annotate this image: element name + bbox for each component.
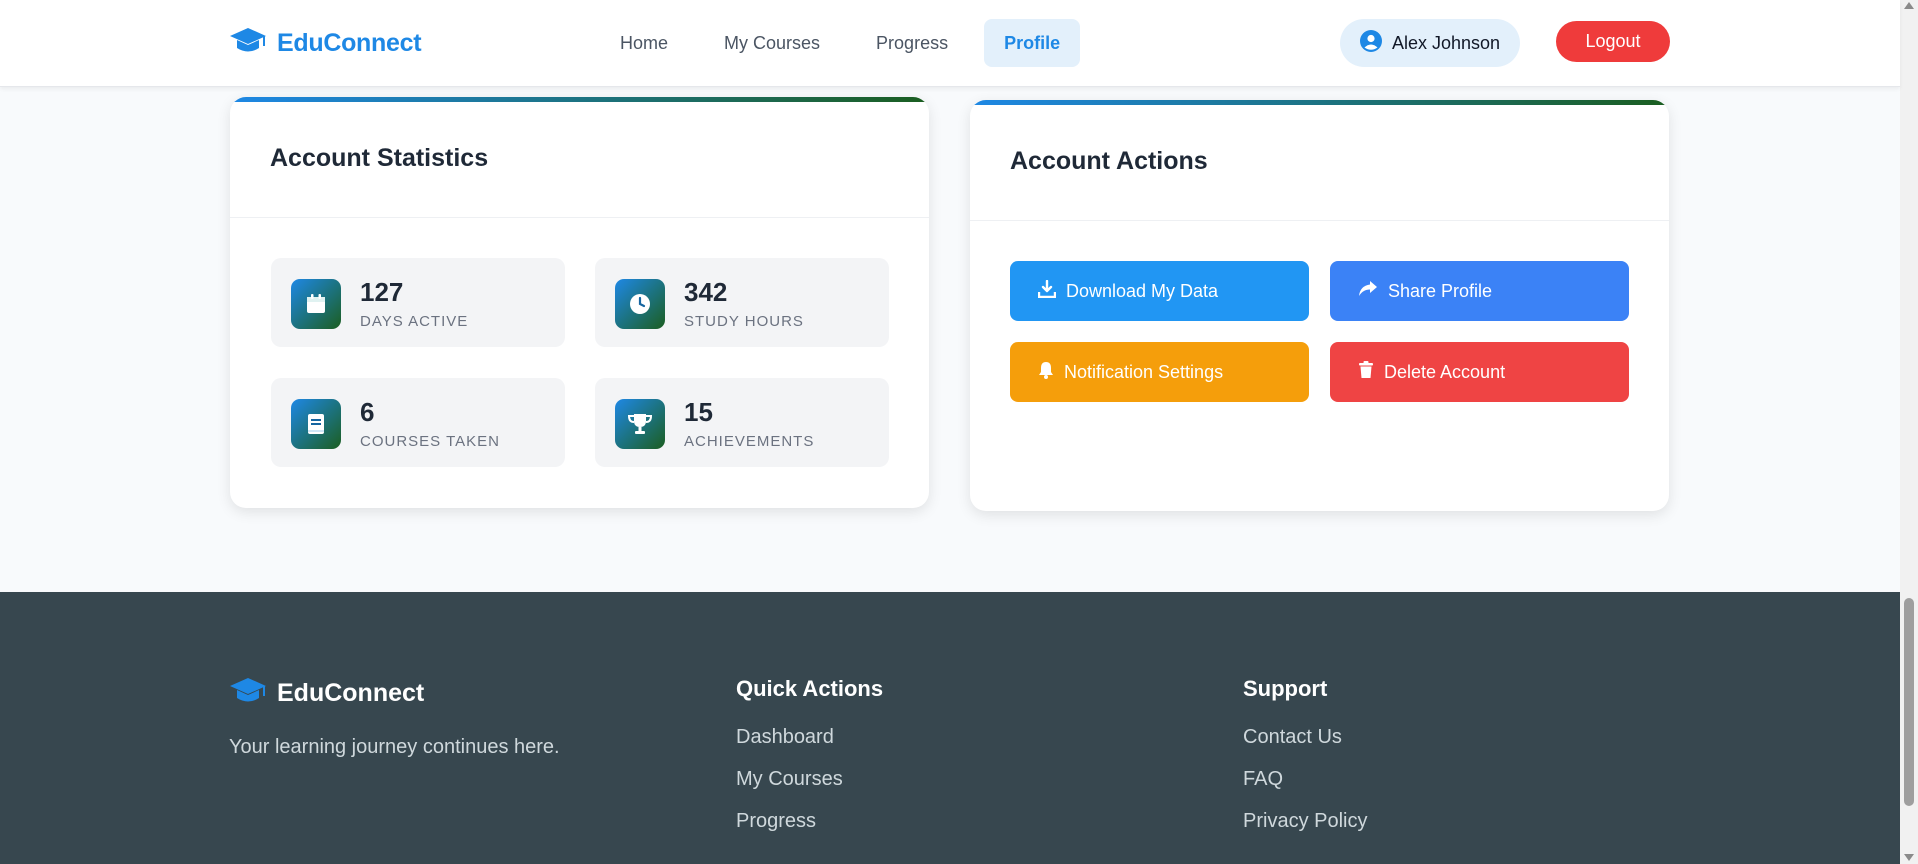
nav-profile[interactable]: Profile <box>984 19 1081 67</box>
card-divider <box>230 217 929 218</box>
bell-icon <box>1038 361 1054 384</box>
footer-tagline: Your learning journey continues here. <box>229 736 560 758</box>
footer-link-my-courses[interactable]: My Courses <box>736 768 883 810</box>
stat-value: 127 <box>360 277 404 307</box>
footer-support: Support Contact Us FAQ Privacy Policy <box>1243 676 1367 852</box>
account-statistics-card: Account Statistics 127 Days Active 342 S… <box>230 97 929 508</box>
footer-quick-actions: Quick Actions Dashboard My Courses Progr… <box>736 676 883 852</box>
nav-my-courses[interactable]: My Courses <box>704 19 840 67</box>
footer-link-progress[interactable]: Progress <box>736 810 883 852</box>
stat-achievements: 15 Achievements <box>595 378 889 467</box>
download-my-data-button[interactable]: Download My Data <box>1010 261 1309 321</box>
scroll-up-arrow-icon[interactable] <box>1904 2 1914 9</box>
share-icon <box>1358 280 1378 303</box>
footer-logo[interactable]: EduConnect <box>229 676 424 711</box>
scrollbar-thumb[interactable] <box>1904 598 1914 806</box>
share-profile-button[interactable]: Share Profile <box>1330 261 1629 321</box>
brand-name: EduConnect <box>277 29 422 57</box>
stat-label: Achievements <box>684 433 815 450</box>
delete-account-button[interactable]: Delete Account <box>1330 342 1629 402</box>
scroll-down-arrow-icon[interactable] <box>1904 854 1914 861</box>
actions-card-title: Account Actions <box>1010 147 1208 175</box>
main-nav: Home My Courses Progress Profile <box>600 19 1081 67</box>
button-label: Notification Settings <box>1064 361 1224 382</box>
card-divider <box>970 220 1669 221</box>
card-accent-bar <box>970 100 1669 105</box>
trash-icon <box>1358 360 1374 384</box>
card-accent-bar <box>230 97 929 102</box>
footer-link-faq[interactable]: FAQ <box>1243 768 1367 810</box>
footer-link-contact-us[interactable]: Contact Us <box>1243 726 1367 768</box>
stat-value: 15 <box>684 397 713 427</box>
footer-heading: Quick Actions <box>736 676 884 701</box>
logout-button[interactable]: Logout <box>1556 21 1670 62</box>
nav-progress[interactable]: Progress <box>856 19 968 67</box>
footer-brand-name: EduConnect <box>277 679 425 707</box>
footer-link-privacy-policy[interactable]: Privacy Policy <box>1243 810 1367 852</box>
stat-value: 6 <box>360 397 375 427</box>
button-label: Delete Account <box>1384 361 1506 382</box>
stat-label: Days Active <box>360 313 469 330</box>
calendar-icon <box>291 279 341 329</box>
button-label: Download My Data <box>1066 280 1219 301</box>
button-label: Share Profile <box>1388 280 1493 301</box>
top-navbar: EduConnect Home My Courses Progress Prof… <box>0 0 1900 87</box>
graduation-cap-icon <box>229 676 267 711</box>
download-icon <box>1037 279 1057 303</box>
stat-courses-taken: 6 Courses Taken <box>271 378 565 467</box>
book-icon <box>291 399 341 449</box>
clock-icon <box>615 279 665 329</box>
account-actions-card: Account Actions Download My Data Share P… <box>970 100 1669 511</box>
user-name: Alex Johnson <box>1392 32 1501 53</box>
header-logo[interactable]: EduConnect <box>229 26 422 61</box>
site-footer: EduConnect Your learning journey continu… <box>0 592 1900 864</box>
graduation-cap-icon <box>229 26 267 61</box>
page-scrollbar[interactable] <box>1900 0 1918 864</box>
stat-days-active: 127 Days Active <box>271 258 565 347</box>
user-menu[interactable]: Alex Johnson <box>1340 19 1521 67</box>
stat-label: Study Hours <box>684 313 804 330</box>
stat-label: Courses Taken <box>360 433 500 450</box>
trophy-icon <box>615 399 665 449</box>
nav-home[interactable]: Home <box>600 19 688 67</box>
footer-link-dashboard[interactable]: Dashboard <box>736 726 883 768</box>
footer-heading: Support <box>1243 676 1328 701</box>
stats-card-title: Account Statistics <box>270 144 489 172</box>
user-avatar-icon <box>1360 29 1382 57</box>
notification-settings-button[interactable]: Notification Settings <box>1010 342 1309 402</box>
stat-study-hours: 342 Study Hours <box>595 258 889 347</box>
stat-value: 342 <box>684 277 728 307</box>
